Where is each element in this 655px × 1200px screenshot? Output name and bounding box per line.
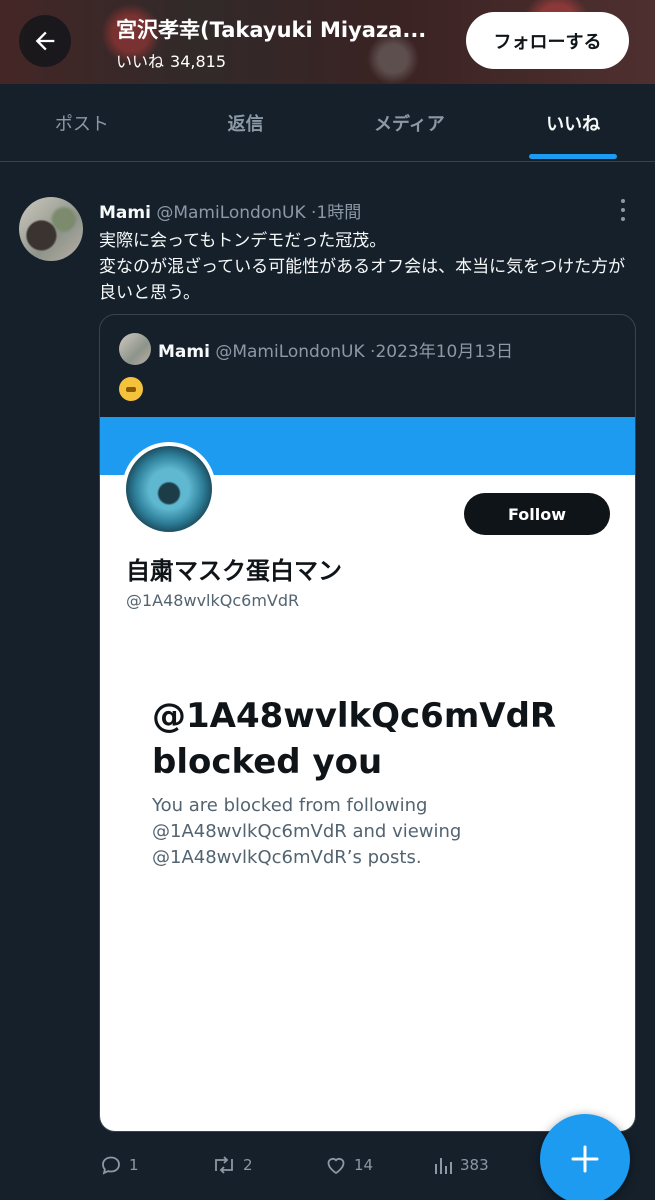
compose-button[interactable]: [540, 1114, 630, 1200]
repost-button[interactable]: 2: [211, 1148, 253, 1182]
likes-label: いいね: [116, 52, 165, 71]
post-text-line: 変なのが混ざっている可能性があるオフ会は、本当に気をつけた方が良いと思う。: [99, 257, 626, 303]
tab-media[interactable]: メディア: [328, 84, 492, 161]
follow-button[interactable]: フォローする: [466, 12, 629, 69]
dolphin-avatar: [122, 442, 216, 536]
analytics-icon: [435, 1158, 452, 1174]
tab-replies[interactable]: 返信: [164, 84, 328, 161]
arrow-left-icon: [35, 31, 55, 51]
like-button[interactable]: 14: [324, 1148, 373, 1182]
image-handle: @1A48wvlkQc6mVdR: [126, 591, 300, 610]
blocked-description-line: You are blocked from following: [152, 795, 428, 816]
view-count: 383: [460, 1156, 489, 1174]
avatar[interactable]: [19, 197, 83, 261]
reply-count: 1: [129, 1156, 139, 1174]
heart-icon: [327, 1157, 345, 1175]
profile-tabs: ポスト 返信 メディア いいね: [0, 84, 655, 162]
image-follow-button: Follow: [464, 493, 610, 535]
more-options-icon[interactable]: [614, 199, 632, 221]
post-text-line: 実際に会ってもトンデモだった冠茂。: [99, 231, 387, 251]
repost-count: 2: [243, 1156, 253, 1174]
blocked-description: You are blocked from following @1A48wvlk…: [152, 793, 572, 871]
post-text: 実際に会ってもトンデモだった冠茂。 変なのが混ざっている可能性があるオフ会は、本…: [99, 228, 639, 306]
back-button[interactable]: [19, 15, 71, 67]
profile-header: 宮沢孝幸(Takayuki Miyaza... いいね 34,815 フォローする: [0, 0, 655, 84]
post-time[interactable]: 1時間: [316, 203, 361, 223]
image-display-name: 自粛マスク蛋白マン: [126, 557, 342, 585]
tab-posts[interactable]: ポスト: [0, 84, 164, 161]
blocked-heading: @1A48wvlkQc6mVdR blocked you: [152, 693, 612, 785]
likes-count: 34,815: [170, 52, 226, 71]
repost-icon: [215, 1156, 233, 1174]
tab-likes[interactable]: いいね: [491, 84, 655, 161]
author-name[interactable]: Mami: [99, 203, 151, 223]
like-count: 14: [354, 1156, 374, 1174]
profile-name: 宮沢孝幸(Takayuki Miyaza...: [116, 18, 427, 42]
quoted-author-handle: @MamiLondonUK: [215, 342, 365, 362]
reply-icon: [102, 1156, 120, 1175]
quoted-author-name: Mami: [158, 342, 210, 362]
face-with-closed-mouth-icon: [119, 377, 143, 401]
quoted-post-date: 2023年10月13日: [375, 342, 513, 362]
reply-button[interactable]: 1: [99, 1148, 139, 1182]
blocked-heading-line: @1A48wvlkQc6mVdR: [152, 696, 557, 736]
quoted-post-header: Mami @MamiLondonUK ·2023年10月13日: [158, 337, 513, 362]
blocked-heading-line: blocked you: [152, 742, 383, 782]
attached-image[interactable]: Follow 自粛マスク蛋白マン @1A48wvlkQc6mVdR @1A48w…: [100, 417, 635, 1131]
plus-icon: [571, 1145, 599, 1173]
avatar: [119, 333, 151, 365]
blocked-description-line: @1A48wvlkQc6mVdR’s posts.: [152, 847, 422, 868]
views-button[interactable]: 383: [432, 1148, 489, 1182]
author-handle[interactable]: @MamiLondonUK: [156, 203, 305, 223]
blocked-description-line: @1A48wvlkQc6mVdR and viewing: [152, 821, 462, 842]
post-header: Mami @MamiLondonUK ·1時間: [99, 198, 361, 223]
likes-count-label: いいね 34,815: [116, 48, 232, 72]
post-actions: 1 2 14 383: [99, 1148, 529, 1182]
quoted-post[interactable]: Mami @MamiLondonUK ·2023年10月13日 Follow 自…: [99, 314, 636, 1132]
